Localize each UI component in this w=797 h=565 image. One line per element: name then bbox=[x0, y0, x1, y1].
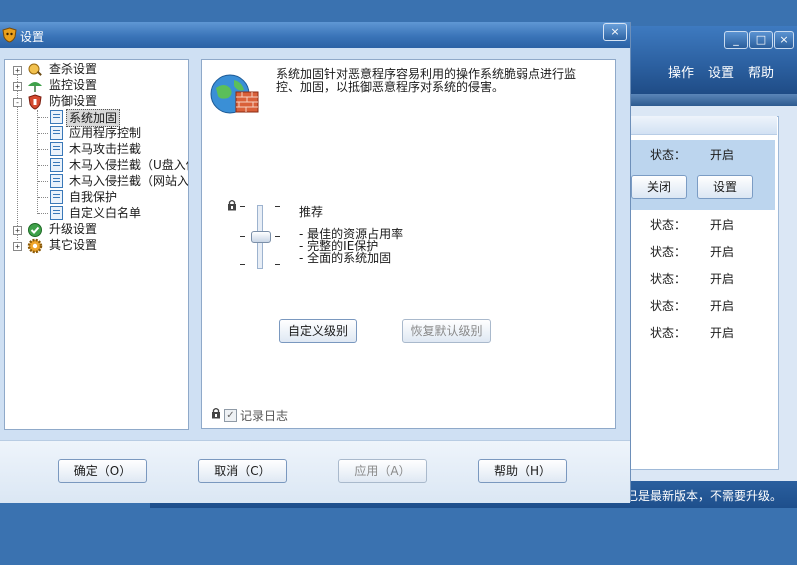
tree-item-self-protection[interactable]: 自我保护 bbox=[69, 189, 117, 205]
document-icon bbox=[50, 110, 63, 124]
expand-icon[interactable]: + bbox=[13, 226, 22, 235]
tree-line bbox=[38, 213, 48, 214]
custom-level-button[interactable]: 自定义级别 bbox=[279, 319, 357, 343]
level-point: 全面的系统加固 bbox=[307, 251, 392, 265]
collapse-icon[interactable]: - bbox=[13, 98, 22, 107]
umbrella-icon bbox=[28, 82, 42, 92]
menu-operation[interactable]: 操作 bbox=[668, 62, 694, 81]
close-main-button[interactable]: × bbox=[774, 31, 794, 49]
tree-line bbox=[38, 165, 48, 166]
dialog-titlebar[interactable]: 设置 bbox=[0, 22, 630, 48]
dialog-title: 设置 bbox=[20, 30, 45, 44]
shield-logo-icon bbox=[2, 27, 17, 43]
document-icon bbox=[50, 158, 63, 172]
tree-line bbox=[38, 149, 48, 150]
status-label: 状态： bbox=[650, 272, 687, 286]
slider-tick bbox=[275, 264, 280, 265]
minimize-button[interactable]: _ bbox=[724, 31, 748, 49]
tree-item-scan-settings[interactable]: 查杀设置 bbox=[49, 61, 97, 77]
dialog-footer: 确定（O） 取消（C） 应用（A） 帮助（H） bbox=[0, 440, 630, 503]
status-label: 状态： bbox=[650, 245, 687, 259]
status-label: 状态： bbox=[650, 299, 687, 313]
tree-item-update-settings[interactable]: 升级设置 bbox=[49, 221, 97, 237]
help-button[interactable]: 帮助（H） bbox=[478, 459, 567, 483]
document-icon bbox=[50, 190, 63, 204]
tree-item-defense-settings[interactable]: 防御设置 bbox=[49, 93, 97, 109]
maximize-button[interactable]: □ bbox=[749, 31, 773, 49]
slider-tick bbox=[240, 236, 245, 237]
update-check-icon bbox=[28, 223, 42, 237]
status-label: 状态： bbox=[650, 326, 687, 340]
expand-icon[interactable]: + bbox=[13, 66, 22, 75]
tree-item-other-settings[interactable]: 其它设置 bbox=[49, 237, 97, 253]
tree-line bbox=[17, 70, 18, 240]
tree-line bbox=[38, 133, 48, 134]
cancel-button[interactable]: 取消（C） bbox=[198, 459, 287, 483]
apply-button[interactable]: 应用（A） bbox=[338, 459, 427, 483]
level-title: 推荐 bbox=[299, 205, 324, 219]
lock-icon bbox=[228, 199, 236, 211]
gear-icon bbox=[27, 238, 43, 254]
status-value: 开启 bbox=[710, 148, 735, 162]
scan-icon bbox=[28, 63, 42, 76]
document-icon bbox=[50, 174, 63, 188]
tree-item-trojan-attack-block[interactable]: 木马攻击拦截 bbox=[69, 141, 141, 157]
tree-line bbox=[38, 117, 48, 118]
tree-line bbox=[38, 181, 48, 182]
settings-tree: + 查杀设置 + 监控设置 - 防御设置 系统加固 应用程序控制 木马攻击拦截 … bbox=[4, 59, 189, 430]
document-icon bbox=[50, 126, 63, 140]
tree-item-custom-whitelist[interactable]: 自定义白名单 bbox=[69, 205, 141, 221]
menu-help[interactable]: 帮助 bbox=[748, 62, 774, 81]
document-icon bbox=[50, 142, 63, 156]
tree-item-trojan-usb-block[interactable]: 木马入侵拦截（U盘入侵 bbox=[69, 157, 188, 173]
protection-settings-button[interactable]: 设置 bbox=[697, 175, 753, 199]
restore-default-level-button[interactable]: 恢复默认级别 bbox=[402, 319, 491, 343]
hardening-description: 系统加固针对恶意程序容易利用的操作系统脆弱点进行监控、加固，以抵御恶意程序对系统… bbox=[276, 67, 577, 94]
menu-settings[interactable]: 设置 bbox=[708, 62, 734, 81]
status-value: 开启 bbox=[710, 218, 735, 232]
shield-icon bbox=[28, 94, 42, 110]
status-panel-header bbox=[630, 116, 777, 135]
ok-button[interactable]: 确定（O） bbox=[58, 459, 147, 483]
document-icon bbox=[50, 206, 63, 220]
slider-tick bbox=[275, 236, 280, 237]
dialog-close-button[interactable]: × bbox=[603, 23, 627, 41]
status-value: 开启 bbox=[710, 245, 735, 259]
lock-icon bbox=[212, 407, 220, 419]
firewall-globe-icon bbox=[210, 74, 259, 114]
status-label: 状态： bbox=[650, 218, 687, 232]
slider-tick bbox=[240, 264, 245, 265]
expand-icon[interactable]: + bbox=[13, 82, 22, 91]
slider-tick bbox=[240, 206, 245, 207]
tree-item-trojan-web-block[interactable]: 木马入侵拦截（网站入侵 bbox=[69, 173, 188, 189]
close-protection-button[interactable]: 关闭 bbox=[631, 175, 687, 199]
status-label: 状态： bbox=[650, 148, 687, 162]
status-value: 开启 bbox=[710, 326, 735, 340]
tree-line bbox=[38, 197, 48, 198]
log-checkbox[interactable]: ✓ bbox=[224, 409, 237, 422]
status-value: 开启 bbox=[710, 299, 735, 313]
tree-item-monitor-settings[interactable]: 监控设置 bbox=[49, 77, 97, 93]
level-points: - 最佳的资源占用率 - 完整的IE保护 - 全面的系统加固 bbox=[299, 227, 404, 265]
update-status-text: 已是最新版本，不需要升级。 bbox=[626, 489, 783, 503]
level-slider-thumb[interactable] bbox=[251, 231, 271, 243]
tree-line bbox=[37, 110, 38, 214]
status-value: 开启 bbox=[710, 272, 735, 286]
slider-tick bbox=[275, 206, 280, 207]
log-checkbox-label: 记录日志 bbox=[240, 409, 289, 423]
settings-dialog: 设置 × + 查杀设置 + 监控设置 - 防御设置 系统加固 应用程序控制 木马… bbox=[0, 22, 631, 503]
settings-content-panel: 系统加固针对恶意程序容易利用的操作系统脆弱点进行监控、加固，以抵御恶意程序对系统… bbox=[201, 59, 616, 429]
expand-icon[interactable]: + bbox=[13, 242, 22, 251]
tree-item-app-control[interactable]: 应用程序控制 bbox=[69, 125, 141, 141]
